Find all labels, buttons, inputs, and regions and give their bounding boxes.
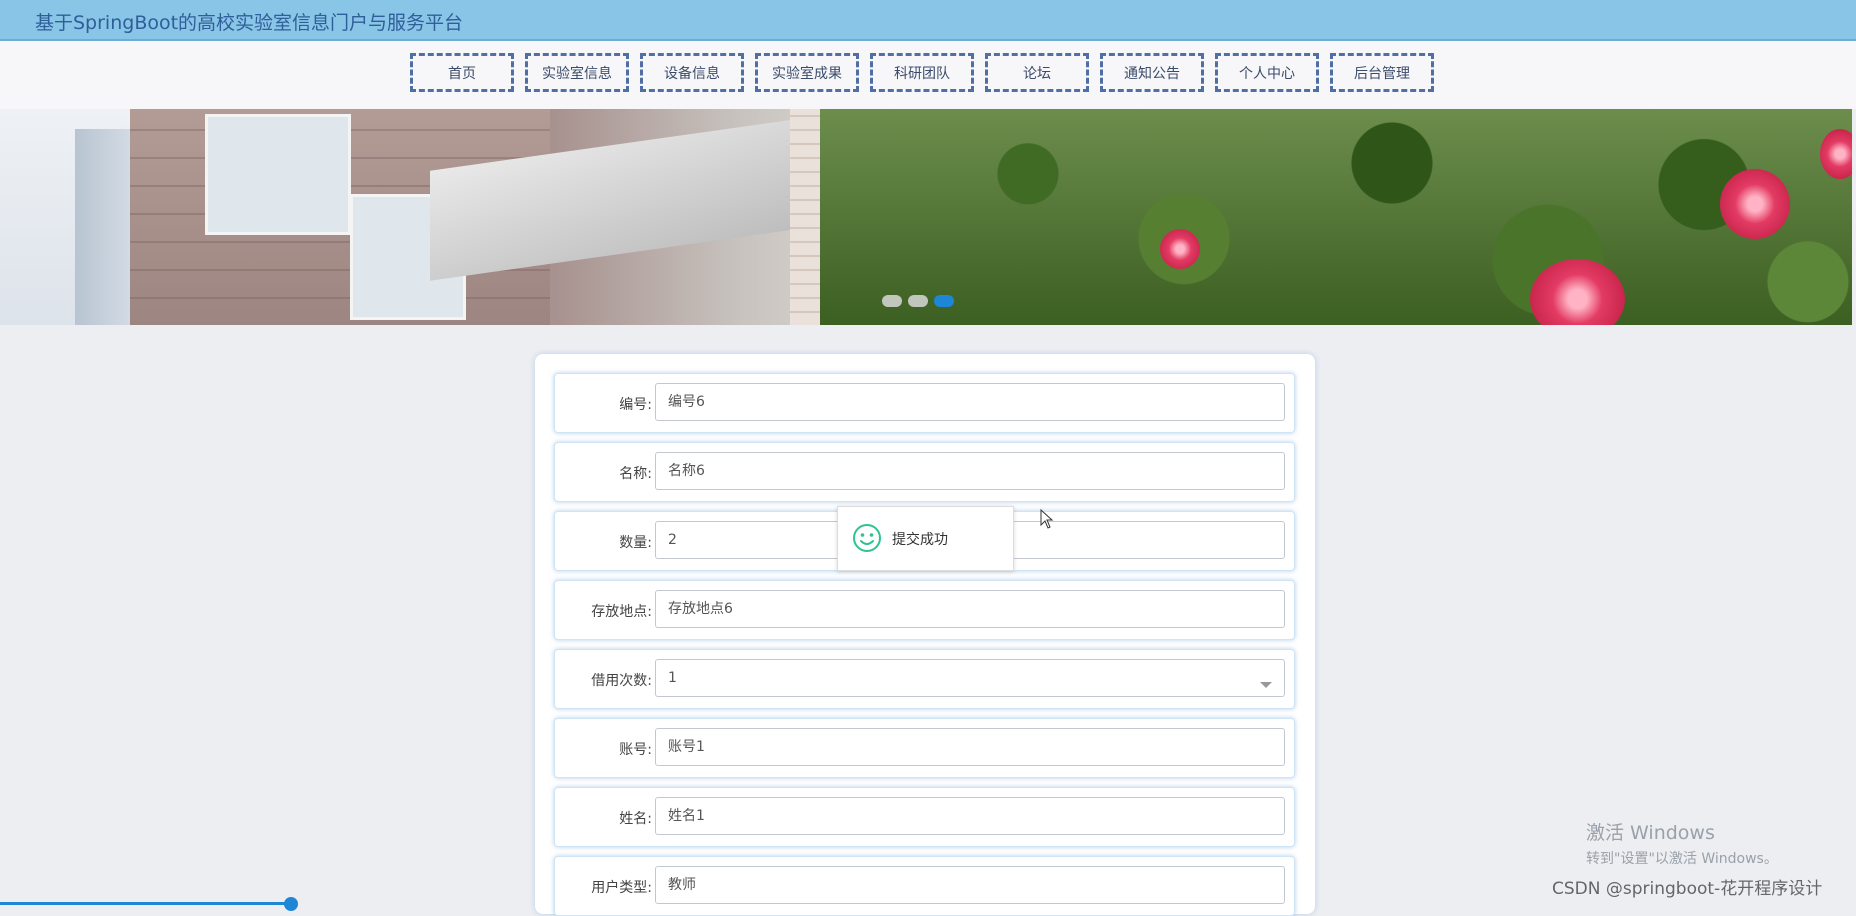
- borrow-count-select[interactable]: 1: [655, 659, 1285, 697]
- field-label: 数量:: [619, 535, 652, 551]
- smile-icon: [853, 524, 881, 552]
- banner-flower: [1720, 169, 1790, 239]
- name-input[interactable]: 名称6: [655, 452, 1285, 490]
- nav-item-notices[interactable]: 通知公告: [1100, 53, 1204, 92]
- user-type-input[interactable]: 教师: [655, 866, 1285, 904]
- nav-item-lab-results[interactable]: 实验室成果: [755, 53, 859, 92]
- id-input[interactable]: 编号6: [655, 383, 1285, 421]
- header-bar: 基于SpringBoot的高校实验室信息门户与服务平台: [0, 0, 1856, 41]
- field-label: 编号:: [619, 397, 652, 413]
- form-row-name: 名称: 名称6: [554, 442, 1295, 502]
- windows-activation-watermark: 激活 Windows 转到"设置"以激活 Windows。: [1586, 818, 1778, 868]
- csdn-watermark: CSDN @springboot-花开程序设计: [1552, 879, 1823, 899]
- nav-item-research-team[interactable]: 科研团队: [870, 53, 974, 92]
- nav-item-lab-info[interactable]: 实验室信息: [525, 53, 629, 92]
- form-row-fullname: 姓名: 姓名1: [554, 787, 1295, 847]
- field-label: 存放地点:: [591, 604, 652, 620]
- account-input[interactable]: 账号1: [655, 728, 1285, 766]
- nav-bar: 首页 实验室信息 设备信息 实验室成果 科研团队 论坛 通知公告 个人中心 后台…: [0, 41, 1856, 109]
- field-label: 账号:: [619, 742, 652, 758]
- nav-menu: 首页 实验室信息 设备信息 实验室成果 科研团队 论坛 通知公告 个人中心 后台…: [410, 53, 1445, 92]
- carousel-indicators: [882, 295, 954, 307]
- carousel-dot[interactable]: [908, 295, 928, 307]
- form-row-location: 存放地点: 存放地点6: [554, 580, 1295, 640]
- video-progress-bar[interactable]: [0, 897, 1856, 911]
- field-label: 借用次数:: [591, 673, 652, 689]
- activation-title: 激活 Windows: [1586, 822, 1715, 844]
- field-label: 用户类型:: [591, 880, 652, 896]
- banner-tower: [75, 129, 135, 325]
- carousel-dot-active[interactable]: [934, 295, 954, 307]
- banner-carousel: [0, 109, 1852, 325]
- site-title: 基于SpringBoot的高校实验室信息门户与服务平台: [35, 12, 464, 34]
- fullname-input[interactable]: 姓名1: [655, 797, 1285, 835]
- nav-item-home[interactable]: 首页: [410, 53, 514, 92]
- banner-flower: [1160, 229, 1200, 269]
- banner-foliage: [820, 109, 1852, 325]
- form-row-account: 账号: 账号1: [554, 718, 1295, 778]
- mouse-cursor-icon: [1040, 509, 1054, 529]
- location-input[interactable]: 存放地点6: [655, 590, 1285, 628]
- field-label: 姓名:: [619, 811, 652, 827]
- video-progress-handle[interactable]: [284, 897, 298, 911]
- nav-item-forum[interactable]: 论坛: [985, 53, 1089, 92]
- banner-flower: [1820, 129, 1852, 179]
- form-card: 编号: 编号6 名称: 名称6 数量: 2 存放地点: 存放地点6 借用次数: …: [535, 354, 1315, 916]
- carousel-dot[interactable]: [882, 295, 902, 307]
- field-label: 名称:: [619, 466, 652, 482]
- nav-item-equipment[interactable]: 设备信息: [640, 53, 744, 92]
- banner-window: [205, 114, 351, 235]
- form-row-borrow-count: 借用次数: 1: [554, 649, 1295, 709]
- toast-message: 提交成功: [892, 532, 948, 548]
- success-toast: 提交成功: [837, 506, 1014, 571]
- video-progress-fill: [0, 902, 291, 905]
- nav-item-profile[interactable]: 个人中心: [1215, 53, 1319, 92]
- select-value: 1: [668, 670, 677, 686]
- form-row-id: 编号: 编号6: [554, 373, 1295, 433]
- form-row-user-type: 用户类型: 教师: [554, 856, 1295, 916]
- activation-subtitle: 转到"设置"以激活 Windows。: [1586, 851, 1778, 867]
- nav-item-admin[interactable]: 后台管理: [1330, 53, 1434, 92]
- chevron-down-icon[interactable]: [1260, 682, 1272, 688]
